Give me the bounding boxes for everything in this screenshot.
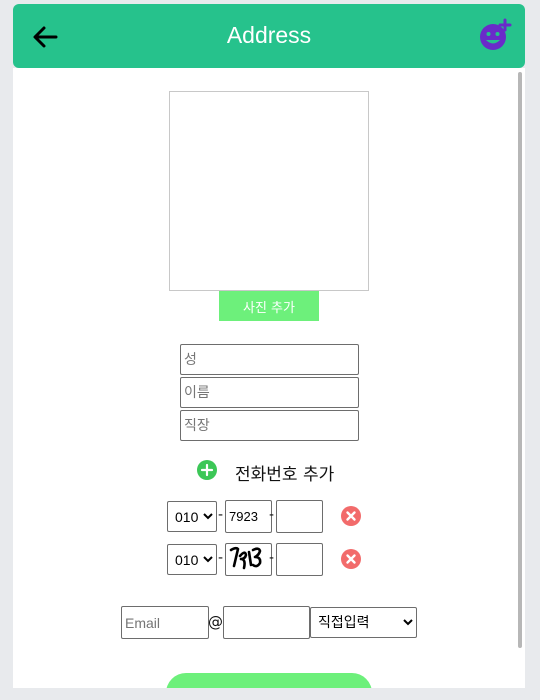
add-phone-label: 전화번호 추가	[235, 465, 335, 485]
email-domain-select[interactable]: 직접입력	[310, 607, 417, 638]
phone-last-field[interactable]	[276, 543, 323, 576]
remove-circle-icon[interactable]	[341, 506, 361, 526]
plus-circle-icon	[197, 460, 217, 480]
dash: -	[269, 507, 275, 523]
scrollbar[interactable]	[518, 72, 522, 648]
app-header: Address	[13, 4, 525, 68]
address-form-panel: 사진 추가 전화번호 추가 010 - - 010 - -	[13, 68, 525, 688]
dash: -	[269, 550, 275, 566]
phone-prefix-select[interactable]: 010	[167, 501, 217, 532]
email-domain-field[interactable]	[223, 606, 310, 639]
dash: -	[218, 507, 224, 523]
save-button[interactable]	[166, 673, 372, 688]
first-name-field[interactable]	[180, 377, 359, 408]
dash: -	[218, 550, 224, 566]
last-name-field[interactable]	[180, 344, 359, 375]
add-photo-button[interactable]: 사진 추가	[219, 291, 319, 321]
phone-last-field[interactable]	[276, 500, 323, 533]
phone-row: 010 - -	[167, 543, 367, 577]
email-local-field[interactable]	[121, 606, 209, 639]
handwritten-digits-drawing	[229, 546, 262, 570]
at-sign: @	[208, 613, 223, 631]
phone-row: 010 - -	[167, 500, 367, 534]
phone-middle-field[interactable]	[225, 500, 272, 533]
emoji-add-icon[interactable]	[478, 18, 512, 52]
page-title: Address	[226, 22, 312, 48]
photo-preview	[169, 91, 369, 291]
company-field[interactable]	[180, 410, 359, 441]
remove-circle-icon[interactable]	[341, 549, 361, 569]
phone-prefix-select[interactable]: 010	[167, 544, 217, 575]
